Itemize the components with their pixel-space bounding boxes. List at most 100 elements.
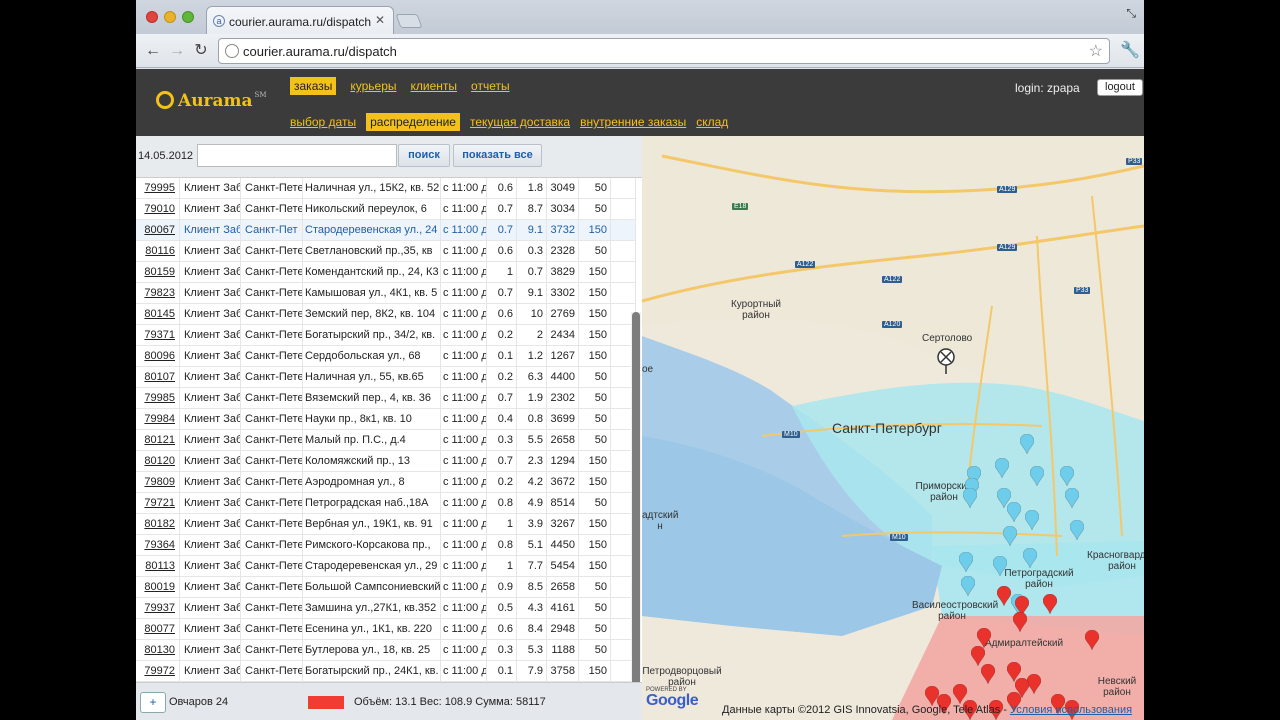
order-id-link[interactable]: 79823 [136, 283, 180, 303]
table-row[interactable]: 80159Клиент ЗабСанкт-ПетерКомендантский … [136, 262, 636, 283]
depot-marker-icon[interactable] [936, 348, 956, 374]
table-row[interactable]: 80019Клиент ЗабСанкт-ПетерБольшой Сампсо… [136, 577, 636, 598]
subnav-current-delivery[interactable]: текущая доставка [470, 113, 570, 131]
order-id-link[interactable]: 79972 [136, 661, 180, 681]
subnav-warehouse[interactable]: склад [696, 113, 728, 131]
close-window-button[interactable] [146, 11, 158, 23]
order-id-link[interactable]: 79984 [136, 409, 180, 429]
table-row[interactable]: 79984Клиент ЗабСанкт-ПетерНауки пр., 8к1… [136, 409, 636, 430]
order-id-link[interactable]: 79809 [136, 472, 180, 492]
minimize-window-button[interactable] [164, 11, 176, 23]
search-input[interactable] [197, 144, 397, 167]
nav-clients[interactable]: клиенты [411, 77, 458, 95]
order-id-link[interactable]: 79371 [136, 325, 180, 345]
back-icon[interactable]: ← [142, 40, 164, 62]
table-row[interactable]: 79364Клиент ЗабСанкт-ПетерРимского-Корса… [136, 535, 636, 556]
table-row[interactable]: 80121Клиент ЗабСанкт-ПетерМалый пр. П.С.… [136, 430, 636, 451]
order-pin-red[interactable] [981, 664, 995, 684]
order-pin-red[interactable] [1043, 594, 1057, 614]
forward-icon[interactable]: → [166, 40, 188, 62]
order-pin-blue[interactable] [1030, 466, 1044, 486]
fullscreen-icon[interactable]: ⤡ [1126, 6, 1136, 21]
table-row[interactable]: 80145Клиент ЗабСанкт-ПетерЗемский пер, 8… [136, 304, 636, 325]
order-pin-blue[interactable] [1070, 520, 1084, 540]
order-id-link[interactable]: 80096 [136, 346, 180, 366]
logout-button[interactable]: logout [1097, 79, 1143, 96]
order-pin-blue[interactable] [959, 552, 973, 572]
table-row[interactable]: 80077Клиент ЗабСанкт-ПетерЕсенина ул., 1… [136, 619, 636, 640]
order-id-link[interactable]: 80019 [136, 577, 180, 597]
table-row[interactable]: 79995Клиент ЗабСанкт-ПетерНаличная ул., … [136, 178, 636, 199]
table-row[interactable]: 79371Клиент ЗабСанкт-ПетерБогатырский пр… [136, 325, 636, 346]
table-row[interactable]: 80096Клиент ЗабСанкт-ПетерСердобольская … [136, 346, 636, 367]
add-courier-button[interactable]: + [140, 692, 166, 713]
order-id-link[interactable]: 80116 [136, 241, 180, 261]
browser-tab[interactable]: a courier.aurama.ru/dispatch ✕ [206, 6, 394, 34]
bookmark-star-icon[interactable]: ☆ [1089, 41, 1103, 61]
order-id-link[interactable]: 80121 [136, 430, 180, 450]
order-pin-blue[interactable] [1025, 510, 1039, 530]
show-all-button[interactable]: показать все [453, 144, 542, 167]
order-id-link[interactable]: 80077 [136, 619, 180, 639]
new-tab-button[interactable] [395, 14, 423, 28]
subnav-choose-date[interactable]: выбор даты [290, 113, 356, 131]
order-pin-red[interactable] [977, 628, 991, 648]
table-row[interactable]: 79721Клиент ЗабСанкт-ПетерПетроградская … [136, 493, 636, 514]
table-row[interactable]: 79985Клиент ЗабСанкт-ПетерВяземский пер.… [136, 388, 636, 409]
order-id-link[interactable]: 79985 [136, 388, 180, 408]
table-row[interactable]: 79972Клиент ЗабСанкт-ПетерБогатырский пр… [136, 661, 636, 682]
order-pin-blue[interactable] [993, 556, 1007, 576]
zoom-window-button[interactable] [182, 11, 194, 23]
order-id-link[interactable]: 80113 [136, 556, 180, 576]
table-row[interactable]: 80116Клиент ЗабСанкт-ПетерСветлановский … [136, 241, 636, 262]
reload-icon[interactable]: ↻ [190, 40, 212, 62]
table-row[interactable]: 79937Клиент ЗабСанкт-ПетерЗамшина ул.,27… [136, 598, 636, 619]
order-pin-blue[interactable] [1020, 434, 1034, 454]
order-pin-red[interactable] [1013, 612, 1027, 632]
order-id-link[interactable]: 80182 [136, 514, 180, 534]
order-pin-red[interactable] [971, 646, 985, 666]
order-id-link[interactable]: 79937 [136, 598, 180, 618]
order-pin-blue[interactable] [1023, 548, 1037, 568]
order-id-link[interactable]: 79721 [136, 493, 180, 513]
order-id-link[interactable]: 80159 [136, 262, 180, 282]
table-row[interactable]: 80107Клиент ЗабСанкт-ПетерНаличная ул., … [136, 367, 636, 388]
nav-couriers[interactable]: курьеры [350, 77, 396, 95]
order-id-link[interactable]: 80130 [136, 640, 180, 660]
aurama-logo[interactable]: Aurama SM [156, 91, 267, 111]
table-row[interactable]: 79010Клиент ЗабСанкт-ПетерНикольский пер… [136, 199, 636, 220]
order-pin-blue[interactable] [1065, 488, 1079, 508]
map-view[interactable]: P33 E18 A129 A129 A122 A122 P33 A120 M10… [642, 136, 1144, 720]
order-id-link[interactable]: 79995 [136, 178, 180, 198]
subnav-internal-orders[interactable]: внутренние заказы [580, 113, 686, 131]
address-bar[interactable]: courier.aurama.ru/dispatch ☆ [218, 38, 1110, 64]
order-pin-red[interactable] [997, 586, 1011, 606]
close-tab-icon[interactable]: ✕ [375, 13, 385, 27]
order-pin-blue[interactable] [963, 488, 977, 508]
table-row[interactable]: 80113Клиент ЗабСанкт-ПетерСтародеревенск… [136, 556, 636, 577]
table-row[interactable]: 79809Клиент ЗабСанкт-ПетерАэродромная ул… [136, 472, 636, 493]
search-button[interactable]: поиск [398, 144, 450, 167]
subnav-distribution[interactable]: распределение [366, 113, 460, 131]
wrench-icon[interactable]: 🔧 [1120, 40, 1140, 60]
order-id-link[interactable]: 79364 [136, 535, 180, 555]
scrollbar-thumb[interactable] [632, 312, 640, 718]
order-id-link[interactable]: 80120 [136, 451, 180, 471]
order-id-link[interactable]: 80067 [136, 220, 180, 240]
order-id-link[interactable]: 79010 [136, 199, 180, 219]
order-pin-blue[interactable] [1007, 502, 1021, 522]
order-pin-blue[interactable] [1060, 466, 1074, 486]
order-pin-blue[interactable] [995, 458, 1009, 478]
table-row[interactable]: 80067 Клиент Заб Санкт-Пет Стародеревенская… [136, 220, 636, 241]
order-pin-blue[interactable] [1003, 526, 1017, 546]
order-pin-red[interactable] [1085, 630, 1099, 650]
table-row[interactable]: 79823Клиент ЗабСанкт-ПетерКамышовая ул.,… [136, 283, 636, 304]
order-id-link[interactable]: 80145 [136, 304, 180, 324]
nav-orders[interactable]: заказы [290, 77, 337, 95]
table-row[interactable]: 80120Клиент ЗабСанкт-ПетерКоломяжский пр… [136, 451, 636, 472]
order-pin-blue[interactable] [961, 576, 975, 596]
table-row[interactable]: 80182Клиент ЗабСанкт-ПетерВербная ул., 1… [136, 514, 636, 535]
order-pin-red[interactable] [1027, 674, 1041, 694]
order-id-link[interactable]: 80107 [136, 367, 180, 387]
terms-link[interactable]: Условия использования [1010, 704, 1132, 716]
